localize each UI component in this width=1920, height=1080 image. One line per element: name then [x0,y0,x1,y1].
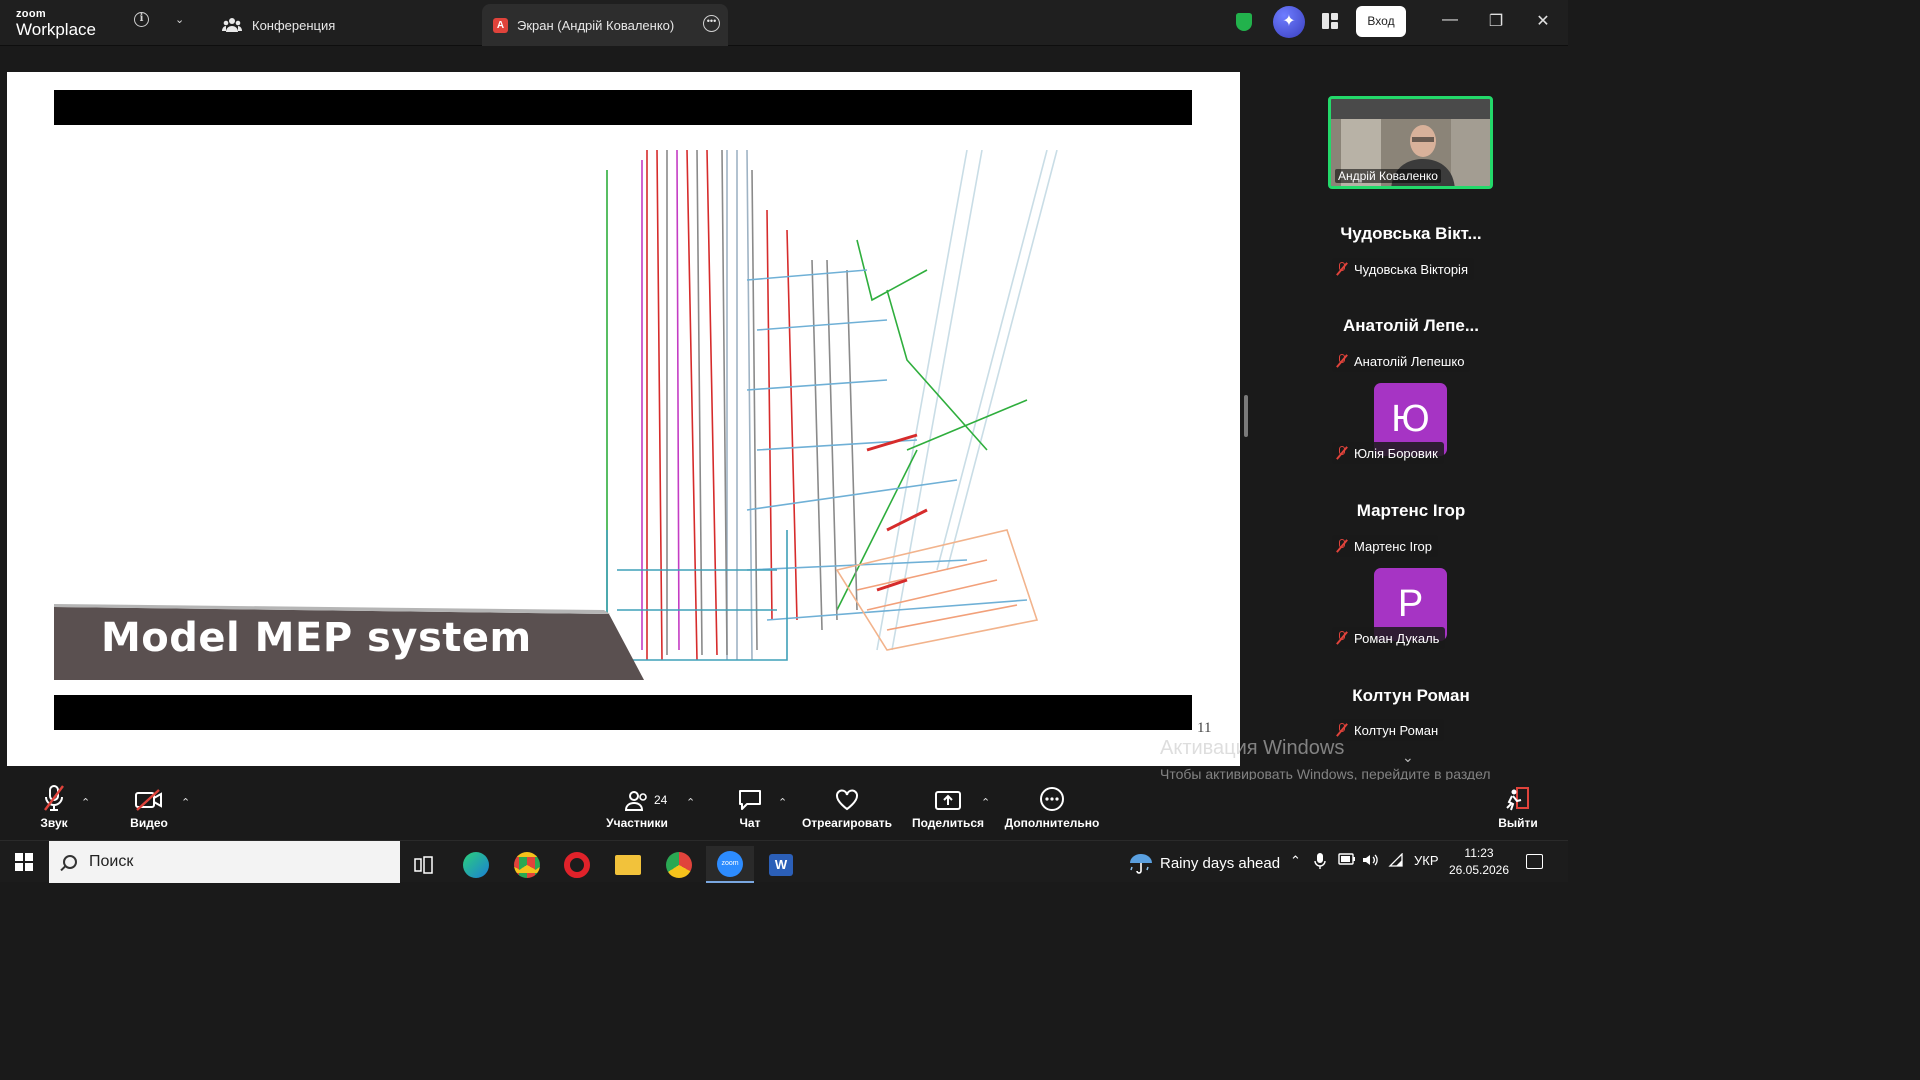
mic-muted-icon [1336,262,1348,276]
participant-label: Юлія Боровик [1332,442,1444,464]
clock-date: 26.05.2026 [1448,863,1510,877]
slide-title: Model MEP system [101,615,532,661]
wifi-icon[interactable] [1388,852,1404,870]
title-bar: zoom Workplace i ⌄ Конференция A Экран (… [0,0,1568,46]
taskbar-search-box[interactable]: Поиск [49,841,400,883]
sign-in-button[interactable]: Вход [1356,6,1406,37]
restore-icon[interactable]: ❐ [1486,11,1506,31]
participants-options-caret[interactable]: ⌃ [686,796,695,809]
share-screen-icon [934,780,962,816]
leave-button[interactable]: Выйти [1497,780,1539,840]
windows-taskbar: Поиск zoom W Rainy days ahead ⌃ УКР 11:2… [0,840,1568,883]
more-button[interactable]: Дополнительно [1004,780,1100,840]
more-options-icon[interactable]: ••• [703,15,720,32]
view-layout-icon[interactable] [1322,13,1338,29]
mic-muted-icon [1336,631,1348,645]
mic-muted-icon [1336,354,1348,368]
microphone-tray-icon[interactable] [1314,853,1326,872]
share-options-caret[interactable]: ⌃ [981,796,990,809]
meeting-info-icon[interactable]: i [134,12,149,27]
share-screen-button[interactable]: Поделиться [912,780,984,840]
tab-screen-label: Экран (Андрій Коваленко) [517,17,675,33]
mic-muted-icon [1336,446,1348,460]
participant-label: Чудовська Вікторія [1332,258,1474,280]
participants-button[interactable]: Участники [604,780,670,840]
shared-screen[interactable]: Model MEP system 11 [7,72,1240,766]
react-button[interactable]: Отреагировать [802,780,892,840]
chrome-profile-icon[interactable] [655,846,703,883]
video-options-caret[interactable]: ⌃ [181,796,190,809]
input-language[interactable]: УКР [1414,853,1439,868]
chat-icon [737,780,763,816]
slide-bottom-bar [54,695,1192,730]
mic-off-icon [41,780,67,816]
chat-button[interactable]: Чат [734,780,766,840]
chrome-icon[interactable] [503,846,551,883]
meeting-controls: Звук ⌃ Видео ⌃ Участники 24 ⌃ Чат ⌃ Отре… [0,780,1568,840]
participant-name: Чудовська Вікт... [1340,224,1482,243]
tab-screen-share[interactable]: A Экран (Андрій Коваленко) ••• [482,4,728,46]
opera-icon[interactable] [553,846,601,883]
tray-overflow-icon[interactable]: ⌃ [1290,853,1301,869]
panel-resize-handle[interactable] [1244,395,1248,437]
audio-button[interactable]: Звук [33,780,75,840]
audio-options-caret[interactable]: ⌃ [81,796,90,809]
windows-start-icon[interactable] [15,853,33,871]
participants-gallery: Андрій Коваленко Чудовська Вікт... Чудов… [1252,46,1568,780]
search-icon [63,855,77,869]
sharer-badge: A [493,17,508,33]
encryption-shield-icon[interactable] [1236,13,1252,31]
volume-icon[interactable] [1362,853,1380,870]
leave-icon [1504,780,1532,816]
taskbar-clock[interactable]: 11:23 26.05.2026 [1448,845,1510,879]
more-icon [1039,780,1065,816]
participants-icon [624,780,650,816]
mic-muted-icon [1336,539,1348,553]
mic-muted-icon [1336,723,1348,737]
clock-time: 11:23 [1464,846,1494,860]
word-icon[interactable]: W [757,846,805,883]
tab-conference[interactable]: Конференция [222,4,335,46]
participant-label: Мартенс Ігор [1332,535,1439,557]
umbrella-rain-icon [1130,854,1152,874]
participant-name: Мартенс Ігор [1356,501,1466,520]
video-button[interactable]: Видео [127,780,171,840]
zoom-window: zoom Workplace i ⌄ Конференция A Экран (… [0,0,1568,883]
minimize-icon[interactable]: — [1440,11,1460,29]
participant-label: Анатолій Лепешко [1332,350,1471,372]
participant-name: Анатолій Лепе... [1342,316,1480,335]
zoom-app-icon[interactable]: zoom [706,846,754,883]
ai-companion-icon[interactable]: ✦ [1273,6,1305,38]
participant-label: Роман Дукаль [1332,627,1446,649]
weather-widget[interactable]: Rainy days ahead [1128,851,1280,875]
tab-conference-label: Конференция [252,17,336,33]
file-explorer-icon[interactable] [604,846,652,883]
battery-icon[interactable] [1338,853,1356,868]
participants-count: 24 [654,793,668,807]
search-placeholder: Поиск [89,853,134,870]
heart-icon [834,780,860,816]
mep-model-image [606,150,1058,661]
participant-label: Колтун Роман [1332,719,1445,741]
video-tile-active-speaker[interactable]: Андрій Коваленко [1328,96,1493,189]
activation-watermark-title: Активация Windows [1160,737,1345,759]
task-view-icon[interactable] [400,846,448,883]
slide-page-number: 11 [1197,720,1212,736]
chevron-down-icon[interactable]: ⌄ [175,13,184,26]
close-icon[interactable]: ✕ [1533,11,1553,31]
slide-top-bar [54,90,1192,125]
participant-name: Колтун Роман [1352,686,1470,705]
notifications-icon[interactable] [1526,854,1543,869]
video-name-label: Андрій Коваленко [1335,169,1441,183]
camera-off-icon [134,780,164,816]
edge-browser-icon[interactable] [452,846,500,883]
chat-options-caret[interactable]: ⌃ [778,796,787,809]
people-icon [222,17,242,33]
zoom-workplace-logo: zoom Workplace [16,8,96,39]
